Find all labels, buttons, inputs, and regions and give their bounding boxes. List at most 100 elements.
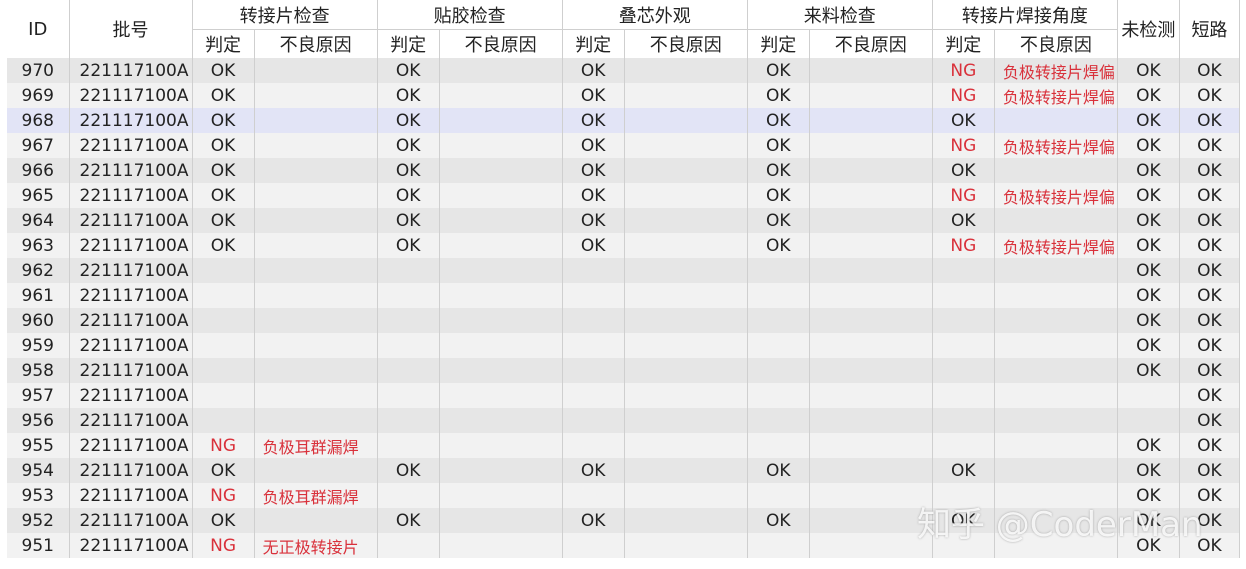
table-row[interactable]: 963 221117100A OK OK OK OK NG 负极转接片焊偏 OK OK [7, 233, 1241, 258]
cell-tab-judge: OK [192, 83, 255, 108]
cell-id: 952 [7, 508, 70, 533]
cell-not-inspected: OK [1117, 158, 1180, 183]
cell-weld-judge [932, 358, 995, 383]
cell-tape-judge [377, 283, 440, 308]
table-row[interactable]: 953 221117100A NG 负极耳群漏焊 OK OK [7, 483, 1241, 508]
cell-tab-reason: 负极耳群漏焊 [254, 483, 378, 508]
cell-stack-reason [624, 158, 748, 183]
cell-tape-judge [377, 258, 440, 283]
cell-tape-judge: OK [377, 133, 440, 158]
cell-id: 955 [7, 433, 70, 458]
table-row[interactable]: 962 221117100A OK OK [7, 258, 1241, 283]
cell-tab-judge: OK [192, 108, 255, 133]
table-row[interactable]: 959 221117100A OK OK [7, 333, 1241, 358]
col-id-header: ID [7, 0, 70, 58]
sub-header-reason: 不良原因 [254, 29, 378, 58]
cell-stack-judge [562, 283, 625, 308]
cell-weld-judge [932, 333, 995, 358]
cell-short-circuit: OK [1179, 208, 1241, 233]
sub-header-judge: 判定 [747, 29, 810, 58]
cell-tab-reason [254, 308, 378, 333]
cell-weld-judge: OK [932, 458, 995, 483]
table-row[interactable]: 964 221117100A OK OK OK OK OK OK OK [7, 208, 1241, 233]
cell-weld-reason: 负极转接片焊偏 [994, 233, 1118, 258]
cell-tab-judge [192, 383, 255, 408]
cell-not-inspected: OK [1117, 433, 1180, 458]
cell-tape-reason [439, 333, 563, 358]
cell-short-circuit: OK [1179, 58, 1241, 83]
cell-id: 954 [7, 458, 70, 483]
table-row[interactable]: 966 221117100A OK OK OK OK OK OK OK [7, 158, 1241, 183]
cell-id: 966 [7, 158, 70, 183]
cell-tape-judge: OK [377, 83, 440, 108]
cell-incoming-judge [747, 258, 810, 283]
cell-incoming-reason [809, 158, 933, 183]
cell-batch: 221117100A [69, 533, 193, 558]
table-row[interactable]: 970 221117100A OK OK OK OK NG 负极转接片焊偏 OK OK [7, 58, 1241, 83]
table-row[interactable]: 961 221117100A OK OK [7, 283, 1241, 308]
cell-batch: 221117100A [69, 358, 193, 383]
cell-incoming-judge [747, 483, 810, 508]
cell-incoming-judge [747, 533, 810, 558]
cell-not-inspected: OK [1117, 283, 1180, 308]
cell-tape-reason [439, 383, 563, 408]
cell-weld-reason [994, 333, 1118, 358]
table-row[interactable]: 958 221117100A OK OK [7, 358, 1241, 383]
cell-tape-judge: OK [377, 208, 440, 233]
cell-tape-reason [439, 508, 563, 533]
table-row[interactable]: 954 221117100A OK OK OK OK OK OK OK [7, 458, 1241, 483]
cell-stack-reason [624, 183, 748, 208]
cell-stack-judge [562, 308, 625, 333]
cell-weld-judge: OK [932, 208, 995, 233]
cell-tab-judge: OK [192, 183, 255, 208]
table-row[interactable]: 960 221117100A OK OK [7, 308, 1241, 333]
cell-tape-judge: OK [377, 108, 440, 133]
cell-not-inspected: OK [1117, 258, 1180, 283]
cell-incoming-reason [809, 208, 933, 233]
cell-weld-reason [994, 483, 1118, 508]
cell-incoming-reason [809, 258, 933, 283]
cell-tape-reason [439, 58, 563, 83]
cell-short-circuit: OK [1179, 508, 1241, 533]
table-row[interactable]: 951 221117100A NG 无正极转接片 OK OK [7, 533, 1241, 558]
cell-weld-reason: 负极转接片焊偏 [994, 183, 1118, 208]
cell-tape-reason [439, 133, 563, 158]
cell-weld-judge: OK [932, 108, 995, 133]
cell-id: 970 [7, 58, 70, 83]
table-row[interactable]: 955 221117100A NG 负极耳群漏焊 OK OK [7, 433, 1241, 458]
cell-incoming-judge: OK [747, 208, 810, 233]
table-row[interactable]: 952 221117100A OK OK OK OK OK OK OK [7, 508, 1241, 533]
cell-short-circuit: OK [1179, 283, 1241, 308]
cell-id: 959 [7, 333, 70, 358]
cell-weld-judge: NG [932, 133, 995, 158]
cell-stack-reason [624, 408, 748, 433]
cell-weld-judge [932, 258, 995, 283]
cell-stack-reason [624, 483, 748, 508]
cell-incoming-judge: OK [747, 458, 810, 483]
table-row[interactable]: 967 221117100A OK OK OK OK NG 负极转接片焊偏 OK OK [7, 133, 1241, 158]
cell-weld-judge [932, 433, 995, 458]
cell-batch: 221117100A [69, 408, 193, 433]
cell-not-inspected: OK [1117, 533, 1180, 558]
table-row[interactable]: 956 221117100A OK [7, 408, 1241, 433]
table-row[interactable]: 968 221117100A OK OK OK OK OK OK OK [7, 108, 1241, 133]
cell-not-inspected: OK [1117, 58, 1180, 83]
cell-id: 953 [7, 483, 70, 508]
table-row[interactable]: 969 221117100A OK OK OK OK NG 负极转接片焊偏 OK OK [7, 83, 1241, 108]
cell-tape-reason [439, 483, 563, 508]
cell-batch: 221117100A [69, 58, 193, 83]
group-header-tab-inspection: 转接片检查 [192, 0, 378, 30]
table-row[interactable]: 957 221117100A OK [7, 383, 1241, 408]
cell-not-inspected: OK [1117, 358, 1180, 383]
cell-incoming-judge: OK [747, 183, 810, 208]
cell-incoming-reason [809, 283, 933, 308]
cell-incoming-judge [747, 308, 810, 333]
cell-short-circuit: OK [1179, 433, 1241, 458]
cell-weld-reason [994, 108, 1118, 133]
cell-incoming-reason [809, 433, 933, 458]
cell-incoming-judge: OK [747, 83, 810, 108]
cell-id: 967 [7, 133, 70, 158]
cell-incoming-reason [809, 358, 933, 383]
cell-batch: 221117100A [69, 283, 193, 308]
table-row[interactable]: 965 221117100A OK OK OK OK NG 负极转接片焊偏 OK OK [7, 183, 1241, 208]
